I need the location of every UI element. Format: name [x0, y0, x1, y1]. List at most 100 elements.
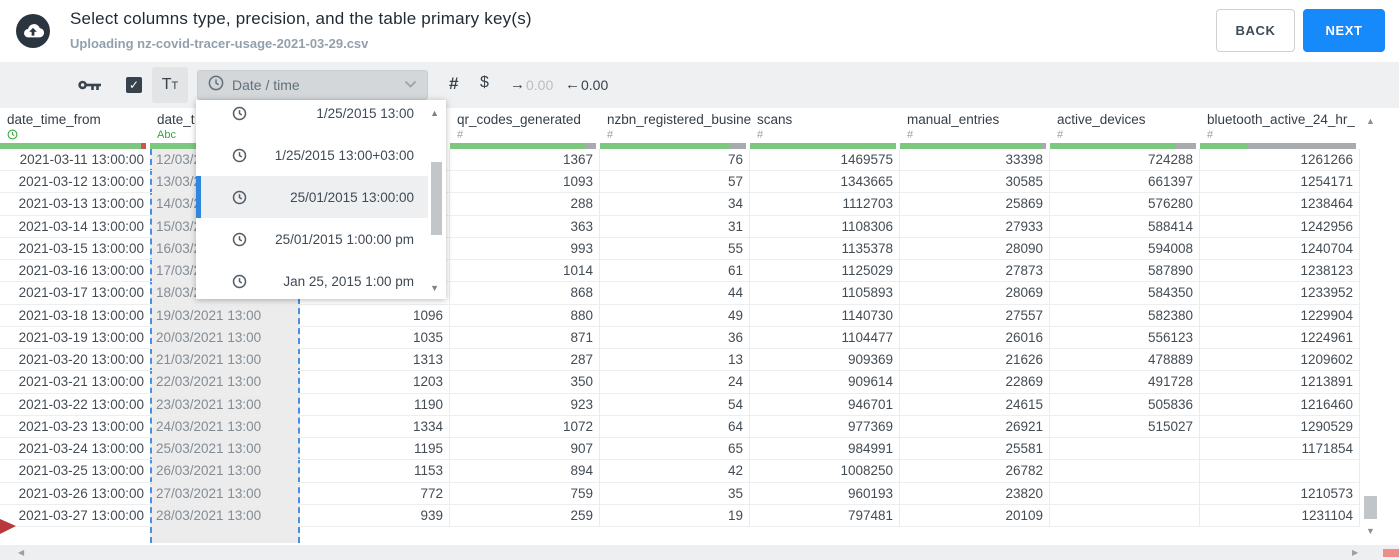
clock-icon [232, 106, 247, 120]
header-bar: Select columns type, precision, and the … [0, 0, 1399, 62]
dropdown-option[interactable]: 1/25/2015 13:00+03:00 [196, 134, 428, 176]
table-cell: 2021-03-22 13:00:00 [18, 396, 144, 412]
table-row: 2021-03-25 13:00:00 26/03/2021 13:00 1153 8… [0, 460, 1360, 483]
table-cell: 2021-03-25 13:00:00 [18, 463, 144, 479]
table-cell: 26/03/2021 13:00 [156, 463, 262, 479]
column-name: active_devices [1057, 112, 1146, 127]
table-cell: 259 [450, 504, 600, 527]
table-cell: 1093 [450, 171, 600, 194]
scroll-up-icon[interactable]: ▲ [1366, 116, 1375, 126]
table-cell: 13 [600, 349, 750, 372]
table-cell: 1210573 [1200, 482, 1360, 505]
table-cell: 909614 [750, 371, 900, 394]
column-header-active_devices[interactable]: active_devices # [1050, 108, 1200, 149]
table-cell: 576280 [1050, 193, 1200, 216]
table-cell: 28090 [900, 237, 1050, 260]
table-cell: 1261266 [1200, 149, 1360, 171]
column-type-indicator: # [907, 129, 914, 141]
table-cell: 27557 [900, 304, 1050, 327]
table-cell: 25581 [900, 438, 1050, 461]
column-type-indicator [7, 129, 18, 142]
decimal-value: 0.00 [526, 76, 554, 93]
datetime-format-select[interactable]: Date / time [197, 70, 428, 100]
table-cell: 26016 [900, 326, 1050, 349]
clock-icon [232, 232, 247, 246]
horizontal-scrollbar[interactable]: ◀ ▶ [0, 545, 1399, 560]
column-header-nzbn_registered_busine[interactable]: nzbn_registered_busine # [600, 108, 751, 149]
currency-type-button[interactable]: $ [480, 74, 489, 92]
scroll-left-icon[interactable]: ◀ [18, 548, 24, 557]
dropdown-scroll-up-icon[interactable]: ▲ [430, 108, 439, 118]
table-cell: 57 [600, 171, 750, 194]
table-cell: 64 [600, 415, 750, 438]
vertical-scrollbar[interactable]: ▲ ▼ [1362, 108, 1382, 545]
integer-type-button[interactable]: # [449, 74, 458, 94]
column-type-indicator: # [1207, 129, 1214, 141]
checkmark-icon: ✓ [128, 78, 140, 92]
table-cell: 960193 [750, 482, 900, 505]
table-cell: 880 [450, 304, 600, 327]
table-cell: 1313 [300, 349, 450, 372]
primary-key-icon[interactable] [78, 78, 103, 98]
table-row: 2021-03-27 13:00:00 28/03/2021 13:00 939 25… [0, 504, 1360, 527]
dropdown-option[interactable]: 1/25/2015 13:00 [196, 100, 428, 134]
table-cell: 55 [600, 237, 750, 260]
page-title: Select columns type, precision, and the … [70, 9, 532, 28]
table-cell: 556123 [1050, 326, 1200, 349]
dropdown-option-selected[interactable]: 25/01/2015 13:00:00 [196, 176, 428, 218]
table-cell: 76 [600, 149, 750, 171]
scroll-right-icon[interactable]: ▶ [1352, 548, 1358, 557]
table-cell: 894 [450, 460, 600, 483]
table-cell: 33398 [900, 149, 1050, 171]
column-name: date_time_from [7, 112, 101, 127]
dropdown-scroll-down-icon[interactable]: ▼ [430, 283, 439, 293]
table-cell: 1096 [300, 304, 450, 327]
table-cell: 1213891 [1200, 371, 1360, 394]
table-cell: 26782 [900, 460, 1050, 483]
column-header-date_time_from[interactable]: date_time_from [0, 108, 150, 149]
table-row: 2021-03-18 13:00:00 19/03/2021 13:00 1096 8… [0, 304, 1360, 327]
dropdown-option[interactable]: Jan 25, 2015 1:00 pm [196, 260, 428, 299]
arrow-left-icon: ← [565, 76, 580, 93]
table-cell: 1233952 [1200, 282, 1360, 305]
back-button[interactable]: BACK [1216, 9, 1295, 52]
next-button[interactable]: NEXT [1303, 9, 1385, 52]
decrease-decimal-button[interactable]: → 0.00 [510, 76, 553, 93]
column-header-qr_codes_generated[interactable]: qr_codes_generated # [450, 108, 600, 149]
column-name: date_t [157, 112, 195, 127]
table-cell: 907 [450, 438, 600, 461]
column-header-manual_entries[interactable]: manual_entries # [900, 108, 1050, 149]
table-cell: 44 [600, 282, 750, 305]
text-type-button[interactable]: Tt [152, 67, 188, 103]
boolean-type-checkbox[interactable]: ✓ [126, 77, 142, 93]
table-cell: 25/03/2021 13:00 [156, 441, 262, 457]
increase-decimal-button[interactable]: ← 0.00 [565, 76, 608, 93]
clock-icon [7, 129, 18, 140]
arrow-right-icon: → [510, 76, 525, 93]
column-name: manual_entries [907, 112, 1000, 127]
table-cell: 2021-03-21 13:00:00 [18, 374, 144, 390]
clock-icon [232, 274, 247, 288]
table-cell: 1140730 [750, 304, 900, 327]
table-cell: 21/03/2021 13:00 [156, 352, 262, 368]
column-header-scans[interactable]: scans # [750, 108, 900, 149]
table-cell: 2021-03-17 13:00:00 [18, 285, 144, 301]
table-cell: 1240704 [1200, 237, 1360, 260]
table-cell: 923 [450, 393, 600, 416]
table-cell: 1014 [450, 260, 600, 283]
table-cell: 2021-03-11 13:00:00 [19, 152, 144, 167]
table-cell: 588414 [1050, 215, 1200, 238]
vertical-scroll-thumb[interactable] [1364, 496, 1377, 519]
dropdown-option[interactable]: 25/01/2015 1:00:00 pm [196, 218, 428, 260]
table-cell: 1104477 [750, 326, 900, 349]
scroll-down-icon[interactable]: ▼ [1366, 526, 1375, 536]
table-cell: 26921 [900, 415, 1050, 438]
table-cell: 24/03/2021 13:00 [156, 418, 262, 434]
table-cell: 2021-03-15 13:00:00 [18, 240, 144, 256]
horizontal-scroll-thumb[interactable] [1383, 549, 1399, 557]
dropdown-scroll-thumb[interactable] [431, 162, 442, 235]
table-cell: 1238123 [1200, 260, 1360, 283]
table-cell: 24 [600, 371, 750, 394]
column-header-bluetooth_active_24_hr_[interactable]: bluetooth_active_24_hr_ # [1200, 108, 1360, 149]
table-cell [1200, 460, 1360, 483]
